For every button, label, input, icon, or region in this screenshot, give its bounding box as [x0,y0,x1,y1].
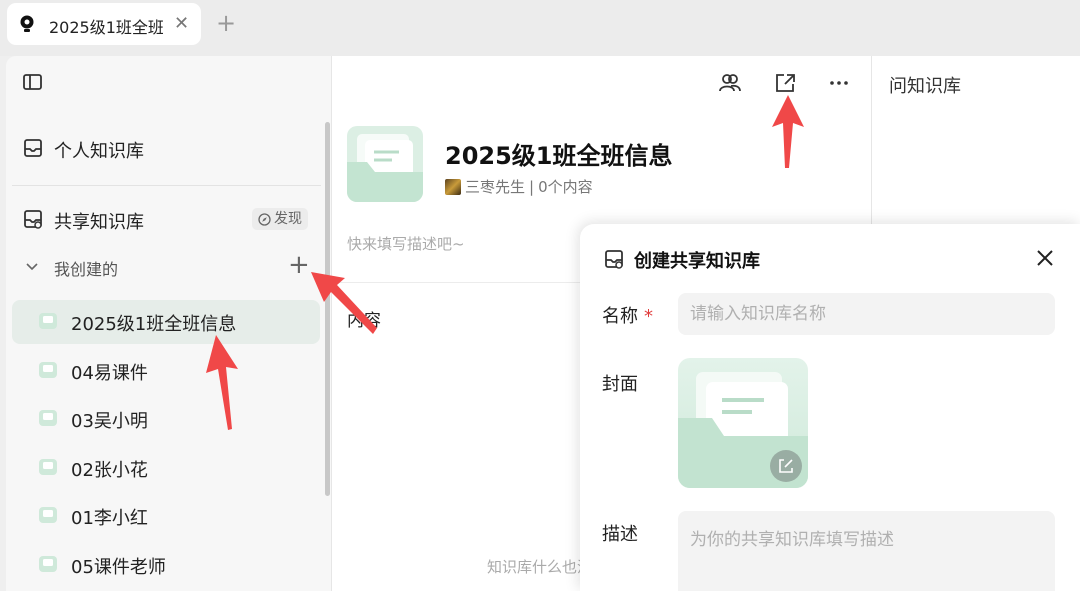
app-logo-icon [20,15,34,32]
members-icon[interactable] [719,72,741,94]
author-avatar [445,178,461,195]
nav-shared-label: 共享知识库 [54,212,144,233]
discover-button[interactable]: 发现 [252,208,308,230]
meta-separator: | [529,177,535,196]
shared-kb-icon [24,210,42,229]
description-label: 描述 [602,524,638,545]
kb-meta: 三枣先生 | 0个内容 [445,176,593,197]
tab-bar: 2025级1班全班信息 ✕ + [0,0,1080,56]
kb-name-input[interactable] [678,293,1055,335]
close-icon[interactable] [1035,248,1055,268]
sidebar-kb-item[interactable]: 01李小红 [12,494,320,538]
kb-item-label: 02张小花 [71,459,148,481]
sidebar-kb-item[interactable]: 02张小花 [12,446,320,490]
red-arrow-icon [206,335,238,430]
kb-item-icon [39,313,57,329]
kb-item-label: 05课件老师 [71,556,166,578]
sidebar-kb-item[interactable]: 05课件老师 [12,543,320,587]
kb-item-icon [39,410,57,426]
name-label: 名称 * [602,306,653,327]
sidebar-kb-item[interactable]: 03吴小明 [12,397,320,441]
kb-item-icon [39,507,57,523]
more-icon[interactable] [828,72,850,94]
cover-picker[interactable] [678,358,808,488]
edit-cover-icon[interactable] [770,450,802,482]
kb-item-label: 01李小红 [71,508,148,529]
personal-kb-icon [24,139,42,157]
add-kb-button[interactable]: + [288,250,310,280]
kb-item-label: 04易课件 [71,362,148,384]
sidebar-divider [12,185,321,186]
required-mark: * [644,306,653,327]
discover-label: 发现 [274,211,302,227]
tab-active[interactable]: 2025级1班全班信息 ✕ [7,3,201,45]
author-name[interactable]: 三枣先生 [465,176,525,197]
dialog-title: 创建共享知识库 [634,251,760,272]
my-created-section[interactable]: 我创建的 + [6,250,326,282]
kb-item-icon [39,458,57,475]
kb-description-input[interactable] [678,511,1055,591]
kb-item-label: 03吴小明 [71,411,148,432]
kb-item-label: 2025级1班全班信息 [71,314,237,335]
empty-state-text: 知识库什么也没有 [487,558,587,576]
kb-item-icon [39,555,57,572]
red-arrow-icon [772,95,804,168]
sidebar-toggle-icon[interactable] [23,74,42,90]
my-created-label: 我创建的 [54,260,119,279]
cover-label: 封面 [602,374,638,395]
nav-personal-label: 个人知识库 [54,141,144,162]
red-arrow-icon [311,272,377,334]
nav-personal-kb[interactable]: 个人知识库 [6,128,326,168]
kb-title: 2025级1班全班信息 [445,142,673,170]
create-shared-kb-dialog: 创建共享知识库 名称* 封面 描述 [580,224,1080,591]
kb-description-placeholder[interactable]: 快来填写描述吧~ [347,233,465,254]
shared-kb-icon [605,250,623,269]
new-tab-button[interactable]: + [216,9,236,37]
kb-cover-image [347,126,423,202]
ask-kb-title: 问知识库 [889,76,961,97]
kb-item-icon [39,361,57,378]
tab-close-icon[interactable]: ✕ [174,13,189,34]
sidebar-kb-item[interactable]: 04易课件 [12,349,320,393]
chevron-down-icon[interactable] [25,259,39,273]
content-count: 0个内容 [538,178,593,196]
share-icon[interactable] [774,72,796,94]
tab-title: 2025级1班全班信息 [49,18,163,37]
sidebar-kb-item[interactable]: 2025级1班全班信息 [12,300,320,344]
sidebar: 个人知识库 共享知识库 发现 我创建的 + 2025级1班全班信息 04易课件 03… [6,56,331,591]
compass-icon [258,212,271,226]
